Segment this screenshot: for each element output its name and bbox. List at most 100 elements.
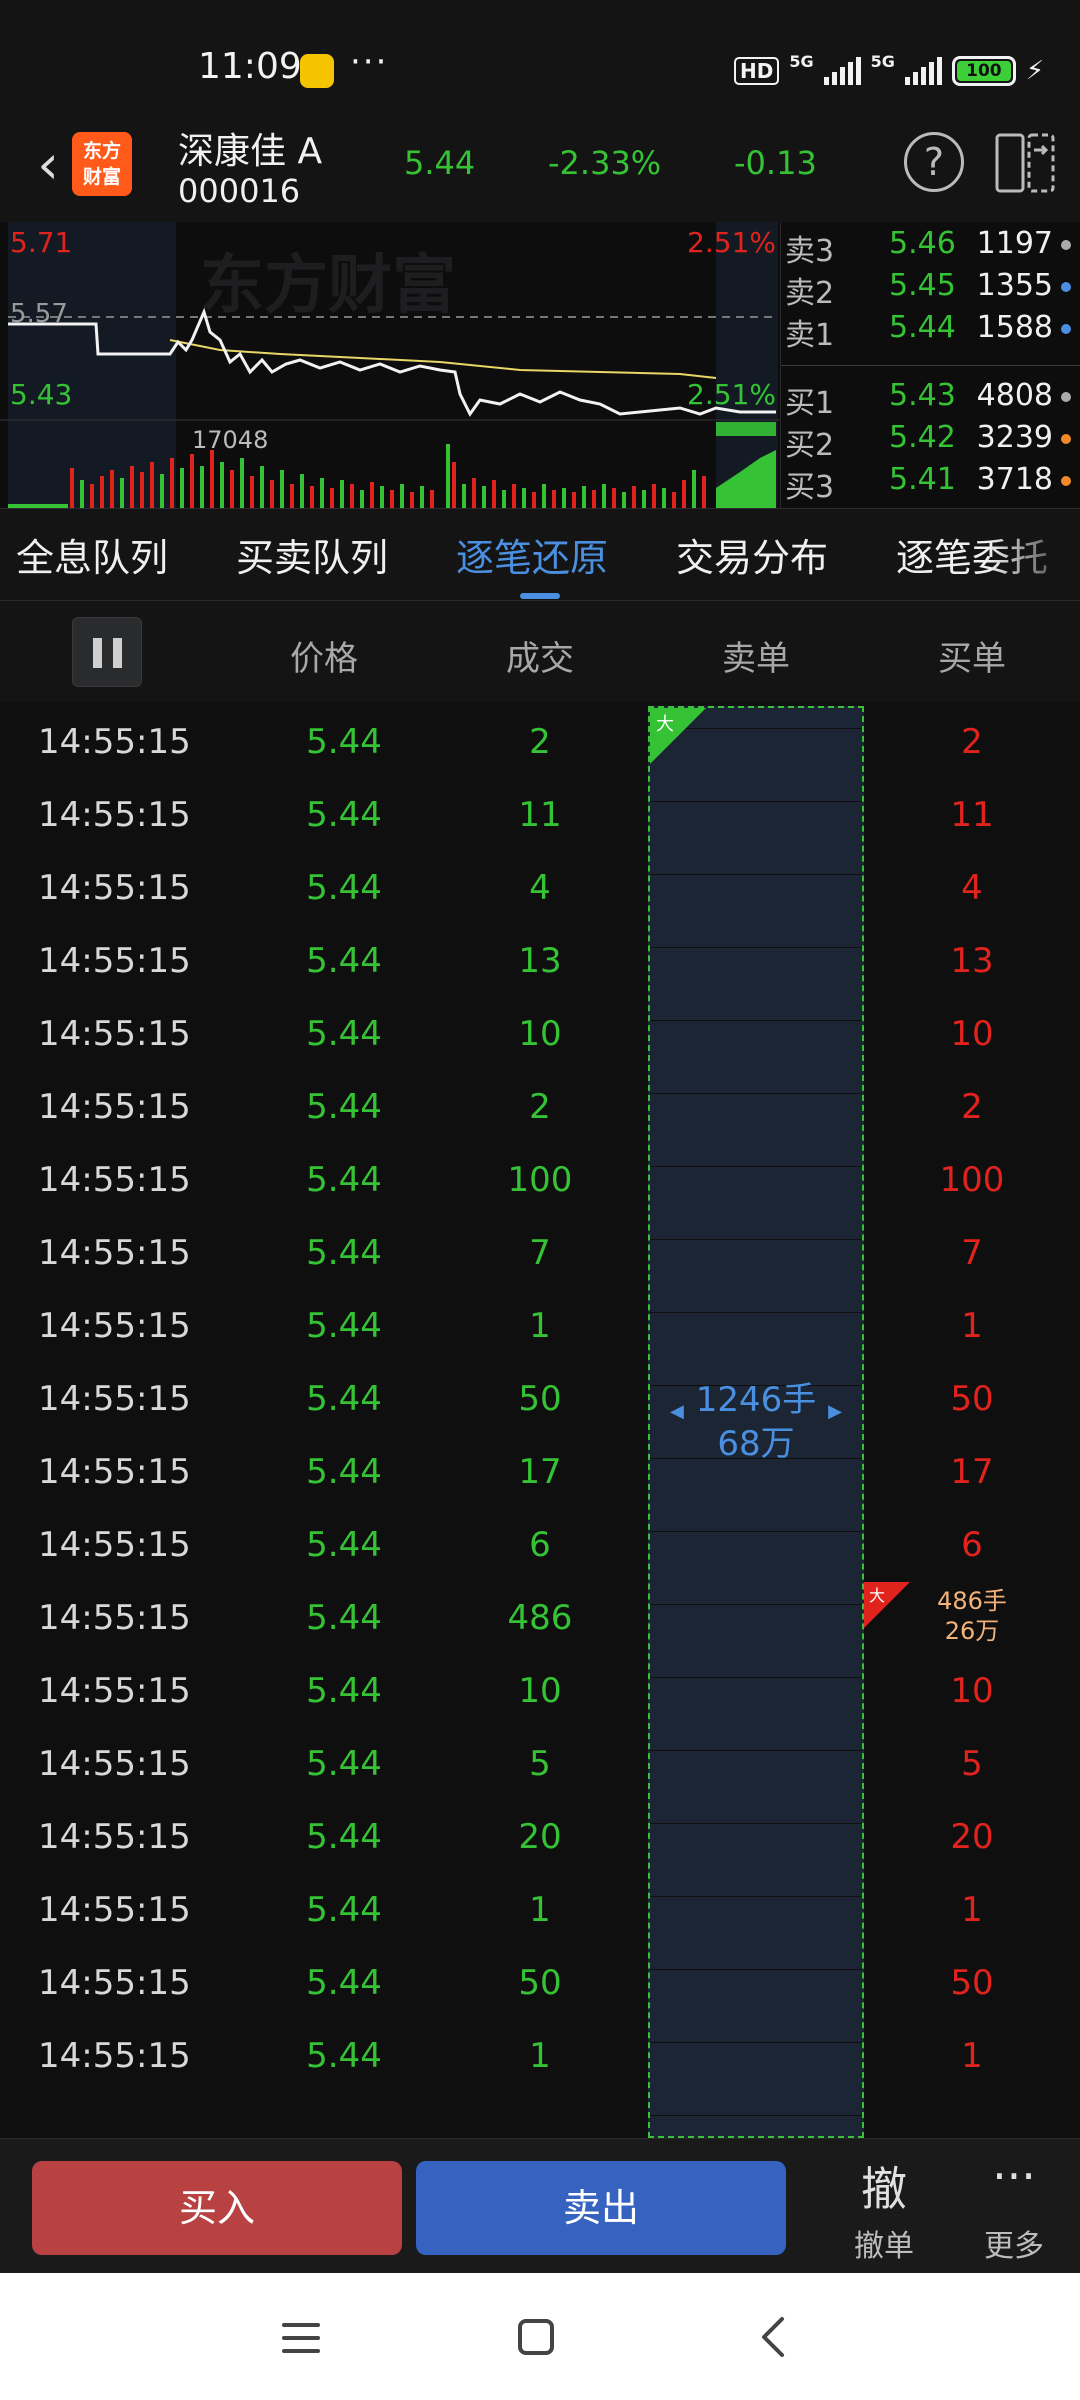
charging-icon: ⚡: [1025, 56, 1045, 86]
row-volume: 10: [518, 1671, 562, 1711]
recent-apps-icon[interactable]: [282, 2323, 320, 2353]
table-row[interactable]: 14:55:15 5.44 486 大 486手 26万: [0, 1580, 1080, 1653]
table-row[interactable]: 14:55:15 5.44 1 1: [0, 1288, 1080, 1361]
row-time: 14:55:15: [38, 1160, 191, 1200]
col-price: 价格: [290, 639, 358, 679]
table-row[interactable]: 14:55:15 5.44 4 4: [0, 850, 1080, 923]
row-price: 5.44: [306, 1744, 382, 1784]
row-price: 5.44: [306, 2036, 382, 2076]
row-buy: 11: [950, 795, 994, 835]
row-time: 14:55:15: [38, 1379, 191, 1419]
more-icon[interactable]: ···: [992, 2149, 1036, 2203]
table-row[interactable]: 14:55:15 5.44 10 10: [0, 1653, 1080, 1726]
tab-bid-ask-queue[interactable]: 买卖队列: [236, 527, 388, 582]
tick-table[interactable]: 大 14:55:15 5.44 50 50 14:55:155.442214:5…: [0, 702, 1080, 2138]
row-price: 5.44: [306, 1452, 382, 1492]
app-logo: 东方 财富: [72, 132, 132, 196]
buy-button[interactable]: 买入: [32, 2161, 402, 2255]
bid-row-1: 买1 5.43 4808: [781, 378, 1080, 421]
cancel-order-label[interactable]: 撤单: [854, 2221, 914, 2265]
row-price: 5.44: [306, 1525, 382, 1565]
dot-icon: [1061, 240, 1071, 250]
table-row[interactable]: 14:55:15 5.44 5 5: [0, 1726, 1080, 1799]
row-volume: 4: [529, 868, 551, 908]
back-icon[interactable]: ‹: [18, 132, 78, 202]
row-price: 5.44: [306, 1598, 382, 1638]
chart-down-pct: 2.51%: [687, 378, 776, 411]
row-buy: 7: [961, 1233, 983, 1273]
row-price: 5.44: [306, 1160, 382, 1200]
stock-code[interactable]: 000016: [178, 172, 300, 210]
row-price: 5.44: [306, 1233, 382, 1273]
pause-icon[interactable]: [72, 617, 142, 687]
table-row[interactable]: 14:55:15 5.44 2 2: [0, 1069, 1080, 1142]
row-volume: 7: [529, 1233, 551, 1273]
row-price: 5.44: [306, 1306, 382, 1346]
row-buy: 1: [961, 1890, 983, 1930]
buy-aggregate-label[interactable]: 486手 26万: [900, 1586, 1044, 1646]
tab-full-queue[interactable]: 全息队列: [16, 527, 168, 582]
tab-trade-distribution[interactable]: 交易分布: [676, 527, 828, 582]
row-price: 5.44: [306, 722, 382, 762]
row-buy: 13: [950, 941, 994, 981]
table-row[interactable]: 14:55:15 5.44 50 50: [0, 1945, 1080, 2018]
row-volume: 50: [518, 1963, 562, 2003]
ask-row-2: 卖2 5.45 1355: [781, 268, 1080, 311]
table-row[interactable]: 14:55:15 5.44 2 2: [0, 704, 1080, 777]
help-icon[interactable]: ?: [904, 132, 964, 192]
battery-icon: 100: [951, 56, 1016, 86]
bid-row-2: 买2 5.42 3239: [781, 420, 1080, 463]
network-type-2: 5G: [870, 52, 895, 71]
row-volume: 100: [507, 1160, 573, 1200]
table-row[interactable]: 14:55:15 5.44 1 1: [0, 1872, 1080, 1945]
order-book[interactable]: 卖3 5.46 1197 卖2 5.45 1355 卖1 5.44 1588 买…: [780, 222, 1080, 508]
watermark: 东方财富: [200, 249, 456, 323]
table-row[interactable]: 14:55:15 5.44 50 50: [0, 1361, 1080, 1434]
back-nav-icon[interactable]: [754, 2315, 794, 2359]
more-notifications-icon: ···: [350, 42, 389, 82]
home-icon[interactable]: [518, 2319, 554, 2355]
row-time: 14:55:15: [38, 1306, 191, 1346]
row-price: 5.44: [306, 1014, 382, 1054]
tab-bar: 全息队列 买卖队列 逐笔还原 交易分布 逐笔委托: [0, 508, 1080, 601]
row-buy: 10: [950, 1014, 994, 1054]
row-buy: 50: [950, 1379, 994, 1419]
col-sell: 卖单: [722, 639, 790, 679]
table-row[interactable]: 14:55:15 5.44 17 17: [0, 1434, 1080, 1507]
cancel-order-icon[interactable]: 撤: [861, 2153, 907, 2219]
sell-button[interactable]: 卖出: [416, 2161, 786, 2255]
sell-aggregate-label[interactable]: ◀ 1246手 68万 ▶: [648, 1378, 864, 1466]
intraday-chart[interactable]: 东方财富 5.71 5.57 5.43 2.51% 2.51% 17048: [0, 222, 780, 508]
chart-high-label: 5.71: [10, 226, 72, 259]
row-volume: 20: [518, 1817, 562, 1857]
table-row[interactable]: 14:55:15 5.44 11 11: [0, 777, 1080, 850]
chart-up-pct: 2.51%: [687, 226, 776, 259]
ask-row-3: 卖3 5.46 1197: [781, 226, 1080, 269]
row-time: 14:55:15: [38, 1014, 191, 1054]
split-screen-icon[interactable]: [994, 132, 1056, 194]
row-volume: 1: [529, 1890, 551, 1930]
table-row[interactable]: 14:55:15 5.44 10 10: [0, 996, 1080, 1069]
row-buy: 6: [961, 1525, 983, 1565]
tab-tick-restore[interactable]: 逐笔还原: [456, 527, 608, 582]
row-volume: 1: [529, 1306, 551, 1346]
row-time: 14:55:15: [38, 1233, 191, 1273]
table-row[interactable]: 14:55:15 5.44 20 20: [0, 1799, 1080, 1872]
col-buy: 买单: [938, 639, 1006, 679]
row-price: 5.44: [306, 868, 382, 908]
table-row[interactable]: 14:55:15 5.44 1 1: [0, 2018, 1080, 2091]
svg-text:大: 大: [869, 1586, 885, 1605]
row-price: 5.44: [306, 1817, 382, 1857]
table-row[interactable]: 14:55:15 5.44 100 100: [0, 1142, 1080, 1215]
table-header: 价格 成交 卖单 买单: [0, 600, 1080, 702]
table-row[interactable]: 14:55:15 5.44 7 7: [0, 1215, 1080, 1288]
more-label[interactable]: 更多: [984, 2221, 1044, 2265]
current-price: 5.44: [404, 144, 476, 182]
stock-name[interactable]: 深康佳 A: [178, 122, 322, 174]
chart-low-label: 5.43: [10, 378, 72, 411]
row-buy: 1: [961, 1306, 983, 1346]
row-buy: 50: [950, 1963, 994, 2003]
row-time: 14:55:15: [38, 795, 191, 835]
table-row[interactable]: 14:55:15 5.44 13 13: [0, 923, 1080, 996]
table-row[interactable]: 14:55:15 5.44 6 6: [0, 1507, 1080, 1580]
